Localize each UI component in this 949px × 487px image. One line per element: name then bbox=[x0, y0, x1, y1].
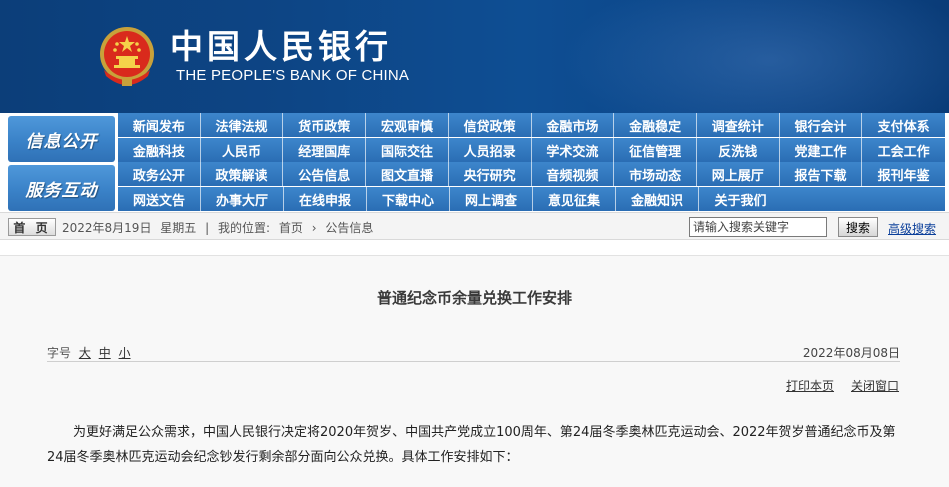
main-navigation: 信息公开 服务互动 新闻发布 法律法规 货币政策 宏观审慎 信贷政策 金融市场 … bbox=[0, 113, 949, 211]
nav-item[interactable]: 工会工作 bbox=[862, 138, 945, 162]
nav-item[interactable]: 金融知识 bbox=[616, 187, 699, 211]
nav-item[interactable]: 金融市场 bbox=[532, 113, 615, 137]
nav-item[interactable]: 人员招录 bbox=[449, 138, 532, 162]
nav-row: 金融科技 人民币 经理国库 国际交往 人员招录 学术交流 征信管理 反洗钱 党建… bbox=[118, 138, 945, 162]
breadcrumb-home-link[interactable]: 首页 bbox=[279, 221, 303, 235]
nav-row: 网送文告 办事大厅 在线申报 下载中心 网上调查 意见征集 金融知识 关于我们 bbox=[118, 187, 945, 211]
nav-item[interactable]: 国际交往 bbox=[366, 138, 449, 162]
nav-item[interactable]: 银行会计 bbox=[780, 113, 863, 137]
nav-item[interactable]: 反洗钱 bbox=[697, 138, 780, 162]
breadcrumb-current[interactable]: 公告信息 bbox=[325, 221, 373, 235]
nav-item[interactable]: 图文直播 bbox=[366, 162, 449, 186]
location-prefix: 我的位置: bbox=[218, 221, 271, 235]
nav-item[interactable]: 关于我们 bbox=[699, 187, 782, 211]
nav-item[interactable]: 下载中心 bbox=[367, 187, 450, 211]
search-input[interactable] bbox=[689, 217, 827, 237]
close-window-link[interactable]: 关闭窗口 bbox=[851, 377, 899, 394]
nav-item[interactable]: 音频视频 bbox=[532, 162, 615, 186]
nav-item[interactable]: 网上展厅 bbox=[697, 162, 780, 186]
nav-section-service-interaction[interactable]: 服务互动 bbox=[8, 165, 115, 211]
article-meta: 字号 大 中 小 2022年08月08日 bbox=[47, 330, 900, 362]
font-size-control: 字号 大 中 小 bbox=[47, 344, 131, 361]
nav-item[interactable]: 政策解读 bbox=[201, 162, 284, 186]
breadcrumb: 2022年8月19日 星期五 | 我的位置: 首页 › 公告信息 bbox=[62, 219, 378, 236]
print-page-link[interactable]: 打印本页 bbox=[786, 377, 834, 394]
nav-row: 新闻发布 法律法规 货币政策 宏观审慎 信贷政策 金融市场 金融稳定 调查统计 … bbox=[118, 113, 945, 137]
article-body: 为更好满足公众需求，中国人民银行决定将2020年贺岁、中国共产党成立100周年、… bbox=[47, 425, 896, 465]
home-button[interactable]: 首 页 bbox=[8, 218, 56, 236]
brand-name-en: THE PEOPLE'S BANK OF CHINA bbox=[176, 67, 410, 84]
nav-item[interactable]: 网上调查 bbox=[450, 187, 533, 211]
site-header: 中国人民银行 THE PEOPLE'S BANK OF CHINA bbox=[0, 0, 949, 113]
brand-name-cn: 中国人民银行 bbox=[170, 27, 392, 66]
nav-item[interactable]: 支付体系 bbox=[862, 113, 945, 137]
nav-item[interactable]: 市场动态 bbox=[614, 162, 697, 186]
nav-item[interactable]: 金融科技 bbox=[118, 138, 201, 162]
nav-item[interactable]: 经理国库 bbox=[283, 138, 367, 162]
separator: | bbox=[205, 221, 210, 235]
advanced-search-link[interactable]: 高级搜索 bbox=[888, 220, 936, 237]
nav-item[interactable]: 调查统计 bbox=[697, 113, 780, 137]
font-size-label: 字号 bbox=[47, 346, 72, 360]
nav-item[interactable]: 法律法规 bbox=[201, 113, 284, 137]
breadcrumb-arrow-icon: › bbox=[311, 221, 317, 235]
nav-item[interactable]: 在线申报 bbox=[284, 187, 367, 211]
nav-item[interactable]: 网送文告 bbox=[118, 187, 201, 211]
nav-item[interactable]: 新闻发布 bbox=[118, 113, 201, 137]
nav-item[interactable]: 意见征集 bbox=[533, 187, 616, 211]
nav-item[interactable]: 报告下载 bbox=[780, 162, 863, 186]
nav-item[interactable]: 人民币 bbox=[201, 138, 284, 162]
nav-section-info-disclosure[interactable]: 信息公开 bbox=[8, 116, 115, 162]
current-date: 2022年8月19日 bbox=[62, 221, 152, 235]
font-size-small-link[interactable]: 小 bbox=[119, 346, 131, 360]
article-container: 普通纪念币余量兑换工作安排 字号 大 中 小 2022年08月08日 打印本页 … bbox=[0, 255, 949, 487]
national-emblem-icon bbox=[100, 27, 154, 86]
nav-item[interactable]: 公告信息 bbox=[283, 162, 367, 186]
font-size-medium-link[interactable]: 中 bbox=[99, 346, 111, 360]
nav-row: 政务公开 政策解读 公告信息 图文直播 央行研究 音频视频 市场动态 网上展厅 … bbox=[118, 162, 945, 186]
nav-item[interactable]: 党建工作 bbox=[780, 138, 863, 162]
location-bar: 首 页 2022年8月19日 星期五 | 我的位置: 首页 › 公告信息 搜索 … bbox=[0, 212, 949, 240]
nav-item[interactable]: 宏观审慎 bbox=[366, 113, 449, 137]
nav-item[interactable]: 金融稳定 bbox=[614, 113, 697, 137]
nav-item[interactable]: 央行研究 bbox=[449, 162, 532, 186]
current-weekday: 星期五 bbox=[160, 221, 197, 235]
nav-item[interactable]: 办事大厅 bbox=[201, 187, 284, 211]
search-button[interactable]: 搜索 bbox=[838, 217, 878, 237]
article-title: 普通纪念币余量兑换工作安排 bbox=[376, 289, 572, 307]
nav-item[interactable]: 货币政策 bbox=[283, 113, 367, 137]
nav-item[interactable]: 征信管理 bbox=[614, 138, 697, 162]
nav-item[interactable]: 信贷政策 bbox=[449, 113, 532, 137]
font-size-large-link[interactable]: 大 bbox=[79, 346, 91, 360]
nav-item[interactable]: 学术交流 bbox=[532, 138, 615, 162]
publish-date: 2022年08月08日 bbox=[802, 346, 900, 360]
nav-item[interactable]: 报刊年鉴 bbox=[862, 162, 945, 186]
nav-item[interactable]: 政务公开 bbox=[118, 162, 201, 186]
